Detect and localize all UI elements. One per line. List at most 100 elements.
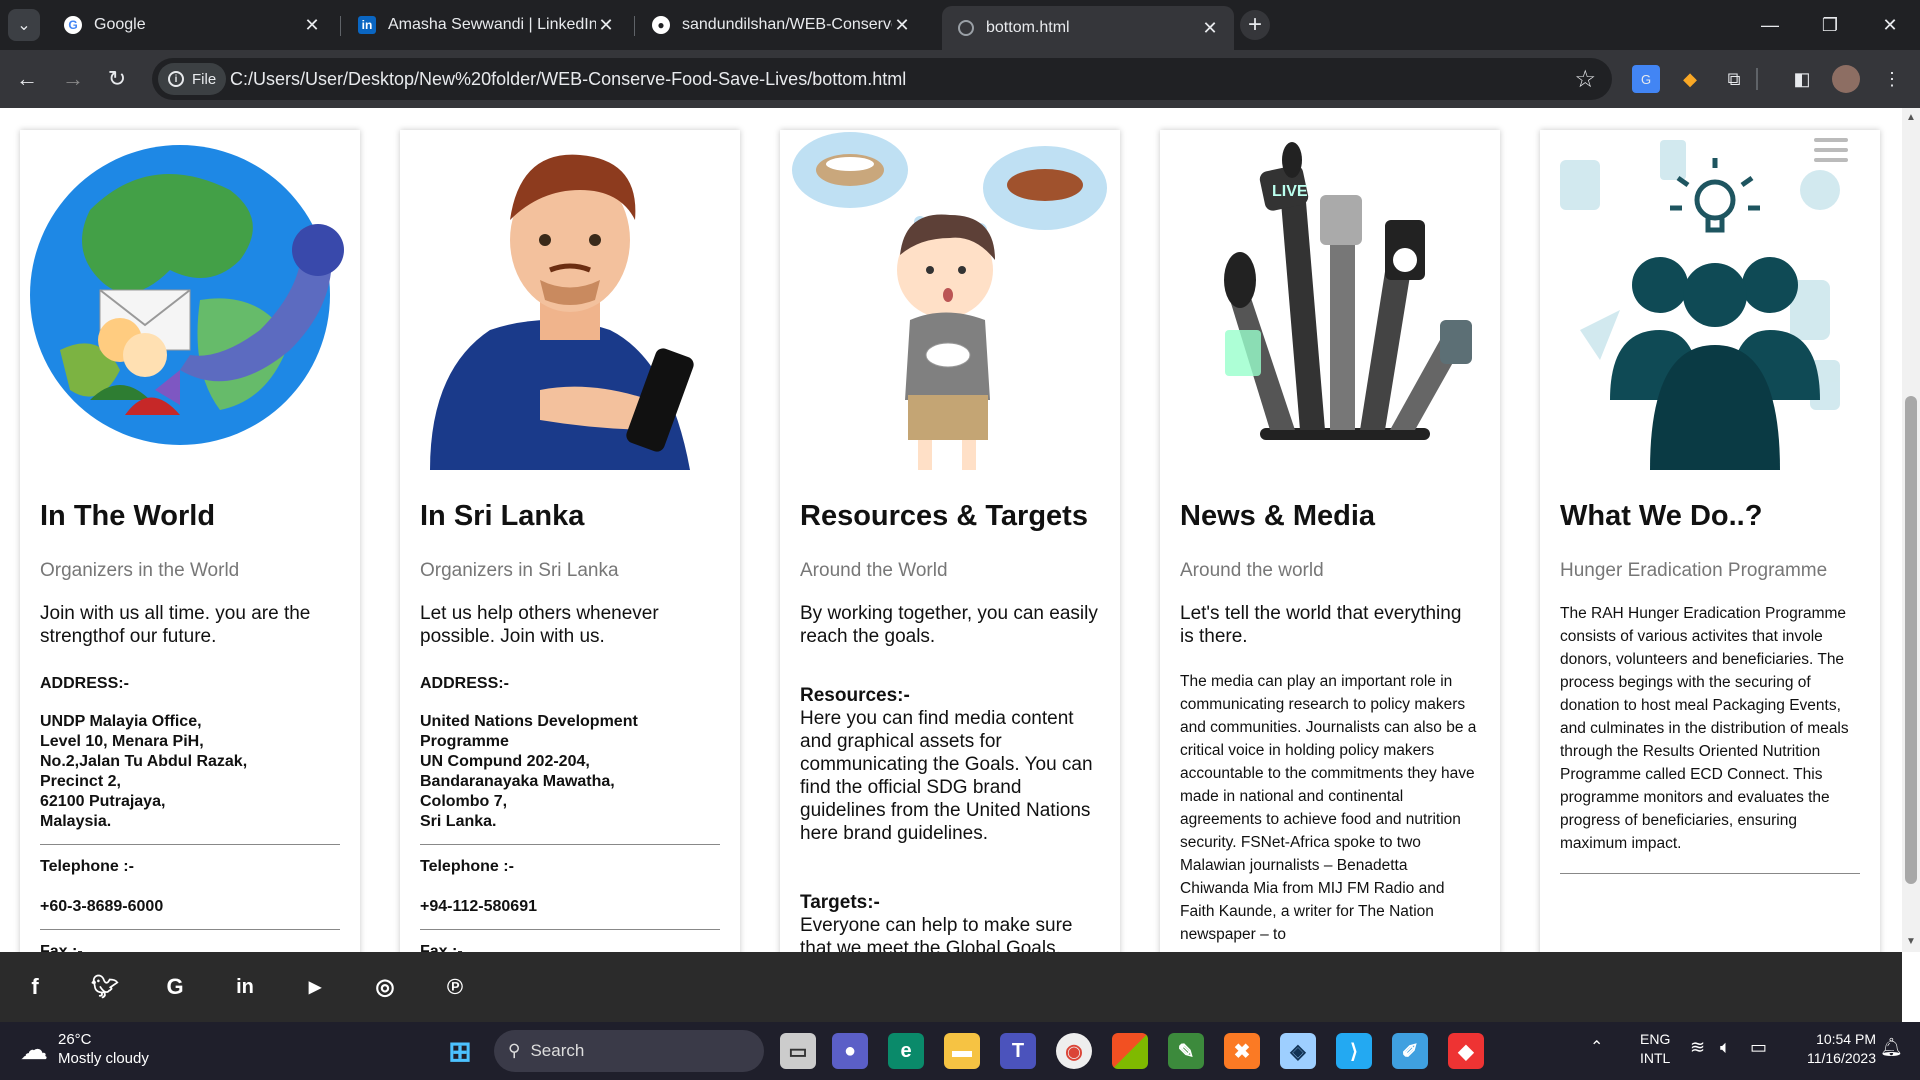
lang-code: ENG: [1640, 1031, 1671, 1047]
store-icon[interactable]: [1112, 1033, 1148, 1069]
site-info-chip[interactable]: i File: [158, 63, 227, 95]
address-line: 62100 Putrajaya,: [40, 793, 166, 810]
wifi-icon[interactable]: ≋: [1690, 1038, 1705, 1057]
pinterest-icon[interactable]: ℗: [440, 972, 470, 1002]
telephone-value: +60-3-8689-6000: [40, 898, 164, 915]
teams-chat-icon[interactable]: ●: [832, 1033, 868, 1069]
card-body: By working together, you can easily reac…: [800, 602, 1100, 952]
url-text[interactable]: C:/Users/User/Desktop/New%20folder/WEB-C…: [230, 69, 906, 90]
restore-button[interactable]: ❐: [1800, 0, 1860, 50]
card-lead: Let's tell the world that everything is …: [1180, 603, 1462, 647]
google-icon: G: [64, 16, 82, 34]
hamburger-menu-icon[interactable]: [1814, 138, 1848, 168]
card-lead: Let us help others whenever possible. Jo…: [420, 603, 659, 647]
language-indicator[interactable]: ENG INTL: [1640, 1030, 1670, 1068]
taskbar-search[interactable]: ⚲ Search: [494, 1030, 764, 1072]
resources-text: Here you can find media content and grap…: [800, 708, 1093, 844]
git-icon[interactable]: ◆: [1448, 1033, 1484, 1069]
chrome-icon[interactable]: ◉: [1056, 1033, 1092, 1069]
chevron-up-icon[interactable]: ⌃: [1590, 1038, 1603, 1057]
battery-icon[interactable]: ▭: [1750, 1038, 1767, 1057]
close-tab-icon[interactable]: ✕: [892, 15, 912, 36]
instagram-icon[interactable]: ◎: [370, 972, 400, 1002]
volume-icon[interactable]: 🔈︎: [1720, 1038, 1731, 1057]
page-scrollbar[interactable]: ▲ ▼: [1902, 108, 1920, 952]
card-in-sri-lanka: In Sri Lanka Organizers in Sri Lanka Let…: [400, 130, 740, 952]
bookmark-star-icon[interactable]: ☆: [1574, 65, 1596, 94]
weather-desc: Mostly cloudy: [58, 1050, 149, 1067]
package-icon[interactable]: ◈: [1280, 1033, 1316, 1069]
file-explorer-icon[interactable]: ▬: [944, 1033, 980, 1069]
cloud-icon: ☁: [20, 1033, 48, 1065]
paint-icon[interactable]: ✐: [1392, 1033, 1428, 1069]
globe-icon: [958, 20, 974, 36]
twitter-icon[interactable]: 🐦︎: [90, 972, 120, 1002]
reload-icon: ↻: [107, 66, 127, 91]
side-panel-icon[interactable]: ◧: [1788, 65, 1816, 93]
svg-text:LIVE: LIVE: [1272, 183, 1308, 200]
address-bar[interactable]: i File C:/Users/User/Desktop/New%20folde…: [152, 58, 1612, 100]
divider: [1560, 873, 1860, 874]
scrollbar-thumb[interactable]: [1905, 396, 1917, 884]
notification-bell-icon[interactable]: 🔔︎: [1880, 1038, 1903, 1057]
tab-title: sandundilshan/WEB-Conserve: [682, 16, 892, 33]
google-icon[interactable]: G: [160, 972, 190, 1002]
address-line: United Nations Development Programme: [420, 713, 638, 750]
back-button[interactable]: ←: [10, 62, 44, 96]
linkedin-icon[interactable]: in: [230, 972, 260, 1002]
card-resources-targets: Resources & Targets Around the World By …: [780, 130, 1120, 952]
search-label: Search: [530, 1041, 585, 1060]
profile-avatar[interactable]: [1832, 65, 1860, 93]
close-tab-icon[interactable]: ✕: [302, 15, 322, 36]
windows-start-icon[interactable]: ⊞: [442, 1033, 478, 1069]
forward-button[interactable]: →: [56, 62, 90, 96]
chip-label: File: [192, 70, 217, 88]
scroll-down-arrow-icon[interactable]: ▼: [1906, 936, 1916, 947]
google-translate-icon[interactable]: G: [1632, 65, 1660, 93]
new-tab-button[interactable]: +: [1240, 10, 1270, 40]
telephone-value: +94-112-580691: [420, 898, 537, 915]
close-window-button[interactable]: ✕: [1860, 0, 1920, 50]
task-view-icon[interactable]: ▭: [780, 1033, 816, 1069]
close-tab-icon[interactable]: ✕: [596, 15, 616, 36]
tab-title: Google: [94, 16, 146, 33]
team-idea-image: [1560, 140, 1840, 470]
vscode-icon[interactable]: ⟩: [1336, 1033, 1372, 1069]
divider: [40, 929, 340, 930]
close-tab-icon[interactable]: ✕: [1200, 18, 1220, 39]
menu-kebab-icon[interactable]: ⋮: [1878, 65, 1906, 93]
microphones-image: LIVE: [1224, 142, 1472, 440]
reload-button[interactable]: ↻: [100, 62, 134, 96]
clock[interactable]: 10:54 PM 11/16/2023: [1786, 1030, 1876, 1068]
tab-bottom-html[interactable]: bottom.html ✕: [942, 6, 1234, 50]
targets-label: Targets:-: [800, 892, 880, 913]
extensions-puzzle-icon[interactable]: ⧉: [1720, 65, 1748, 93]
tab-search-button[interactable]: ⌄: [8, 9, 40, 41]
scroll-up-arrow-icon[interactable]: ▲: [1906, 112, 1916, 123]
youtube-icon[interactable]: ▶: [300, 972, 330, 1002]
arrow-left-icon: ←: [16, 66, 38, 91]
address-line: Sri Lanka.: [420, 813, 497, 830]
card-lead: By working together, you can easily reac…: [800, 603, 1098, 647]
address-block: United Nations Development Programme UN …: [420, 712, 720, 832]
weather-widget[interactable]: ☁ 26°C Mostly cloudy: [20, 1030, 149, 1068]
tab-google[interactable]: G Google ✕: [48, 6, 336, 44]
tab-linkedin[interactable]: in Amasha Sewwandi | LinkedIn ✕: [342, 6, 630, 44]
card-subtitle: Organizers in the World: [40, 560, 240, 581]
edge-icon[interactable]: e: [888, 1033, 924, 1069]
facebook-icon[interactable]: f: [20, 972, 50, 1002]
globe-contact-image: [30, 145, 344, 445]
hungry-child-image: [792, 132, 1107, 470]
chevron-down-icon: ⌄: [17, 17, 31, 34]
windows-taskbar: ☁ 26°C Mostly cloudy ⊞ ⚲ Search ▭ ● e ▬ …: [0, 1022, 1920, 1080]
xampp-icon[interactable]: ✖: [1224, 1033, 1260, 1069]
telephone-label: Telephone :-: [40, 858, 134, 875]
minimize-icon: —: [1761, 14, 1779, 35]
resources-label: Resources:-: [800, 685, 910, 706]
teams-icon[interactable]: T: [1000, 1033, 1036, 1069]
notepad-icon[interactable]: ✎: [1168, 1033, 1204, 1069]
clock-time: 10:54 PM: [1816, 1031, 1876, 1047]
extension-tag-icon[interactable]: ◆: [1676, 65, 1704, 93]
tab-github[interactable]: ● sandundilshan/WEB-Conserve ✕: [636, 6, 926, 44]
minimize-button[interactable]: —: [1740, 0, 1800, 50]
